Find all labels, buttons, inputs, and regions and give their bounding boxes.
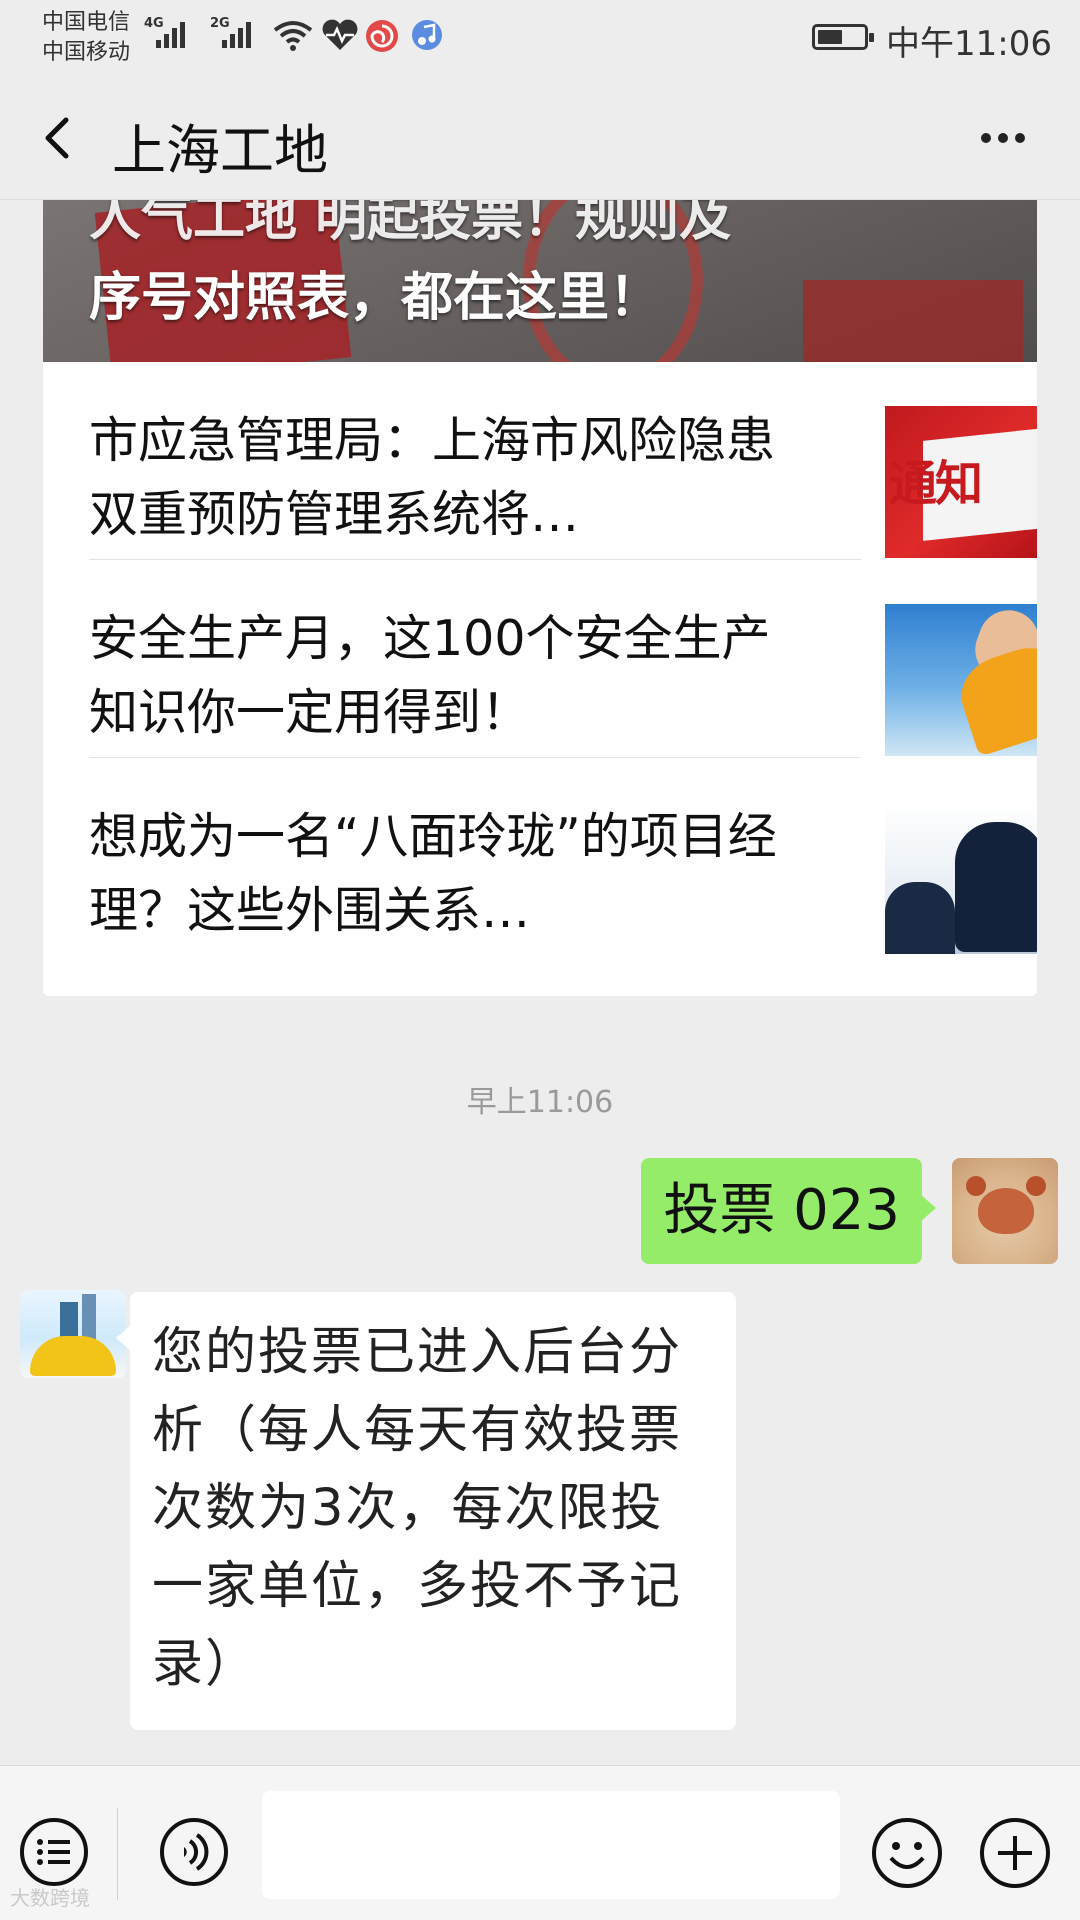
article-item-title: 市应急管理局：上海市风险隐患双重预防管理系统将… (89, 412, 776, 543)
status-time: 中午11:06 (886, 24, 1052, 64)
article-thumbnail (885, 604, 1037, 756)
article-item[interactable]: 想成为一名“八面玲珑”的项目经理？这些外围关系… (89, 758, 1037, 956)
article-item-title: 安全生产月，这100个安全生产知识你一定用得到！ (89, 610, 771, 741)
divider (117, 1808, 118, 1900)
more-dots-icon[interactable] (968, 110, 1038, 166)
menu-icon[interactable] (18, 1816, 90, 1888)
chat-header: 上海工地 (0, 76, 1080, 200)
chat-area[interactable]: 人气工地 明起投票！规则及 序号对照表，都在这里！ 市应急管理局：上海市风险隐患… (0, 200, 1080, 1765)
message-input[interactable] (262, 1791, 840, 1899)
wechat-chat-screen: 中国电信 中国移动 4G 2G 中午11:06 上海工地 人气工地 明起投票！规… (0, 0, 1080, 1920)
article-item[interactable]: 市应急管理局：上海市风险隐患双重预防管理系统将… 通知 (89, 362, 1037, 560)
article-item-title: 想成为一名“八面玲珑”的项目经理？这些外围关系… (89, 808, 777, 939)
article-item[interactable]: 安全生产月，这100个安全生产知识你一定用得到！ (89, 560, 1037, 758)
app-spiral-icon (366, 20, 398, 52)
article-thumbnail: 通知 (885, 406, 1037, 558)
article-thumbnail (885, 802, 1037, 954)
banner-title-main: 序号对照表，都在这里！ (89, 268, 662, 328)
health-heart-icon (322, 19, 358, 50)
thumbnail-text: 通知 (889, 456, 983, 512)
music-app-icon (412, 20, 442, 50)
carrier-1: 中国电信 (42, 10, 131, 35)
banner-title-cut: 人气工地 明起投票！规则及 (89, 200, 732, 248)
received-message-bubble[interactable]: 您的投票已进入后台分析（每人每天有效投票次数为3次，每次限投一家单位，多投不予记… (116, 1292, 736, 1730)
message-timestamp: 早上11:06 (466, 1085, 614, 1120)
sent-message-bubble[interactable]: 投票 023 (641, 1158, 936, 1264)
emoji-icon[interactable] (870, 1816, 944, 1890)
status-bar: 中国电信 中国移动 4G 2G 中午11:06 (0, 0, 1080, 76)
banner-title: 人气工地 明起投票！规则及 序号对照表，都在这里！ (89, 200, 997, 338)
account-avatar[interactable] (20, 1290, 126, 1378)
input-bar: 大数跨境 (0, 1765, 1080, 1920)
watermark: 大数跨境 (10, 1886, 90, 1910)
battery-level (818, 30, 842, 44)
article-card[interactable]: 人气工地 明起投票！规则及 序号对照表，都在这里！ 市应急管理局：上海市风险隐患… (43, 200, 1037, 996)
carrier-2: 中国移动 (42, 40, 131, 65)
carrier-labels: 中国电信 中国移动 (42, 8, 130, 68)
article-banner[interactable]: 人气工地 明起投票！规则及 序号对照表，都在这里！ (43, 200, 1037, 362)
self-avatar[interactable] (952, 1158, 1058, 1264)
chevron-left-icon[interactable] (32, 110, 88, 166)
battery-icon (812, 24, 874, 50)
plus-icon[interactable] (978, 1816, 1052, 1890)
voice-icon[interactable] (158, 1816, 230, 1888)
chat-title: 上海工地 (112, 119, 328, 182)
wifi-icon (273, 21, 313, 51)
